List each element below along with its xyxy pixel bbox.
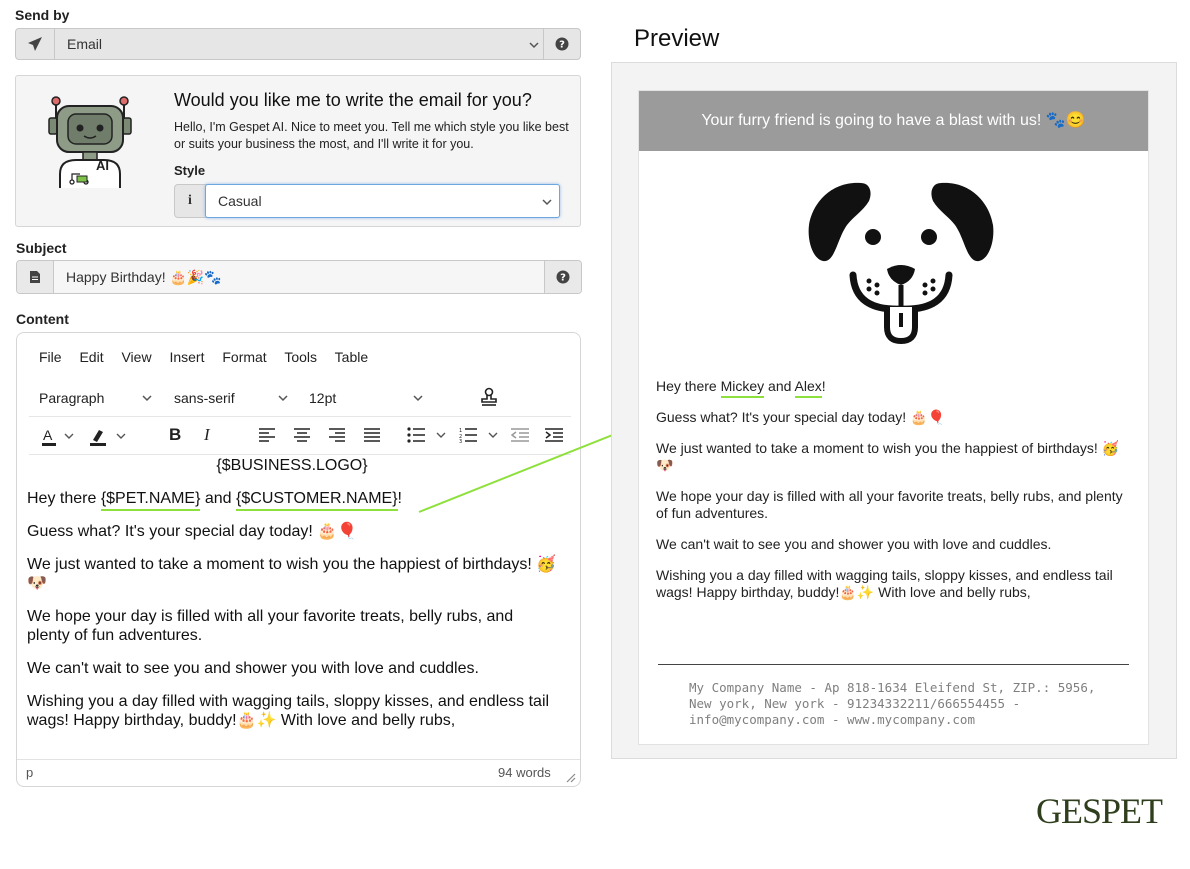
email-header: Your furry friend is going to have a bla… — [639, 91, 1148, 151]
email-footer: My Company Name - Ap 818-1634 Eleifend S… — [689, 680, 1096, 727]
paragraph: We can't wait to see you and shower you … — [656, 536, 1052, 552]
paragraph: We hope your day is filled with all your… — [656, 488, 1123, 521]
paragraph: Guess what? It's your special day today!… — [656, 409, 945, 425]
paragraph: Wishing you a day filled with wagging ta… — [656, 567, 1113, 600]
preview-greeting: Hey there Mickey and Alex! — [656, 378, 1126, 398]
email-preview: Your furry friend is going to have a bla… — [638, 90, 1149, 745]
preview-frame: Your furry friend is going to have a bla… — [611, 62, 1177, 759]
paragraph: We just wanted to take a moment to wish … — [656, 440, 1120, 473]
footer-divider — [658, 664, 1129, 665]
gespet-logo: GESPET — [1036, 791, 1163, 831]
preview-customer-name: Alex — [794, 378, 822, 398]
email-body: Hey there Mickey and Alex! Guess what? I… — [656, 378, 1126, 615]
preview-pet-name: Mickey — [720, 378, 765, 398]
dog-logo-icon — [803, 177, 999, 352]
preview-title: Preview — [634, 25, 720, 52]
